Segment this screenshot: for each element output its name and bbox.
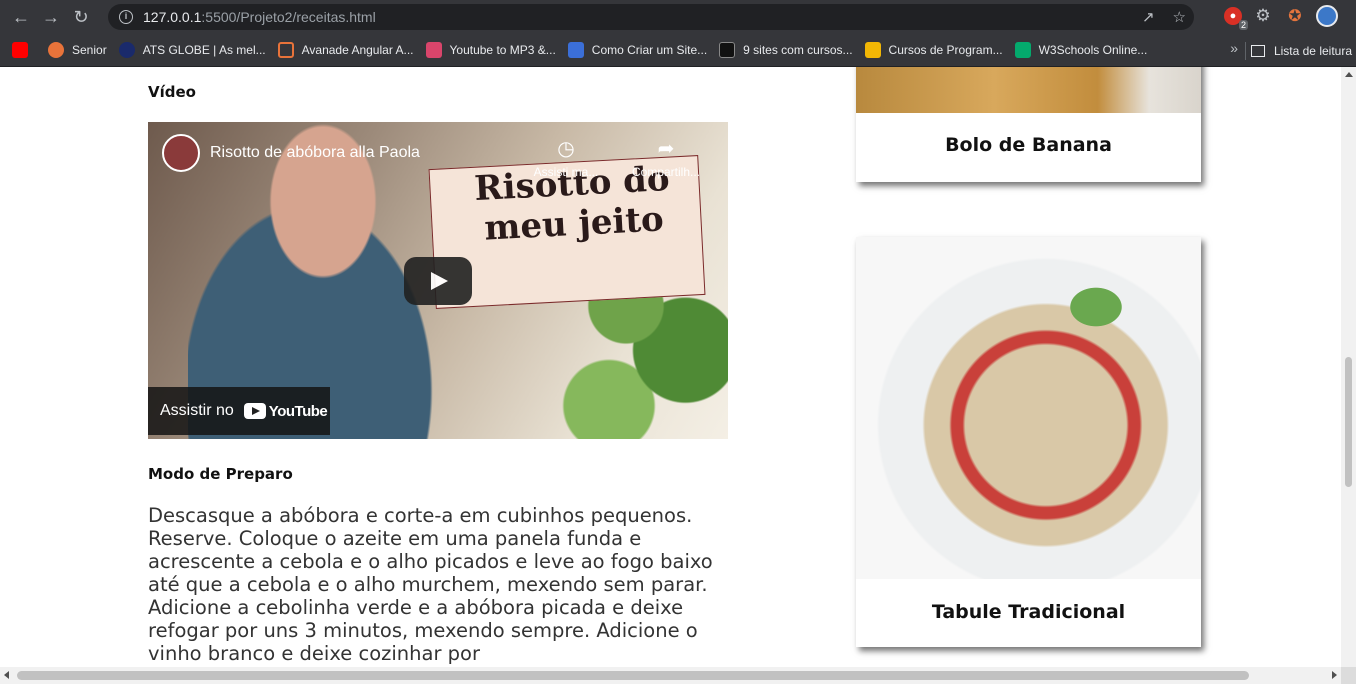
bookmark-label: 9 sites com cursos... xyxy=(743,43,853,57)
channel-avatar[interactable] xyxy=(162,134,200,172)
url-host: 127.0.0.1 xyxy=(143,9,202,25)
page-content: Vídeo Risotto do meu jeito Risotto de ab… xyxy=(0,67,1356,684)
mint-garnish xyxy=(1056,277,1136,337)
site-icon xyxy=(719,42,736,58)
youtube-embed[interactable]: Risotto do meu jeito Risotto de abóbora … xyxy=(148,122,728,439)
youtube-play-icon xyxy=(243,403,266,419)
address-bar[interactable]: i 127.0.0.1:5500/Projeto2/receitas.html … xyxy=(108,4,1194,30)
bookmark-label: Youtube to MP3 &... xyxy=(449,43,556,57)
video-title[interactable]: Risotto de abóbora alla Paola xyxy=(210,144,420,162)
url-text[interactable]: 127.0.0.1:5500/Projeto2/receitas.html xyxy=(143,9,376,25)
bookmark-w3schools[interactable]: W3Schools Online... xyxy=(1009,37,1154,63)
bookmark-ats-globe[interactable]: ATS GLOBE | As mel... xyxy=(113,37,272,63)
youtube-icon xyxy=(12,42,28,58)
bookmark-criar-site[interactable]: Como Criar um Site... xyxy=(562,37,713,63)
reload-icon[interactable]: ↻ xyxy=(66,2,96,32)
vertical-scroll-thumb[interactable] xyxy=(1345,357,1352,487)
horizontal-scroll-thumb[interactable] xyxy=(17,671,1249,680)
courses-icon xyxy=(864,42,881,58)
bookmark-senior[interactable]: Senior xyxy=(42,37,113,63)
globe-icon xyxy=(118,42,135,58)
scroll-up-arrow-icon[interactable] xyxy=(1345,72,1353,77)
bookmarks-divider xyxy=(1245,42,1246,60)
bookmark-label: ATS GLOBE | As mel... xyxy=(142,43,266,57)
avanade-icon xyxy=(277,42,294,58)
bookmark-9-sites[interactable]: 9 sites com cursos... xyxy=(713,37,858,63)
forward-arrow-icon[interactable]: → xyxy=(36,2,66,32)
share-arrow-icon: ➦ xyxy=(657,138,675,160)
prep-instructions: Descasque a abóbora e corte-a em cubinho… xyxy=(148,504,713,665)
watch-on-youtube-button[interactable]: Assistir no YouTube xyxy=(148,387,330,435)
share-label: Compartilh... xyxy=(631,165,701,179)
reading-list-button[interactable]: Lista de leitura xyxy=(1250,38,1352,64)
recipe-card[interactable]: Bolo de Banana xyxy=(856,67,1201,182)
bookmark-cursos-programacao[interactable]: Cursos de Program... xyxy=(859,37,1009,63)
site-info-icon[interactable]: i xyxy=(119,10,133,24)
reading-list-label: Lista de leitura xyxy=(1273,44,1352,58)
recipe-card[interactable]: Tabule Tradicional xyxy=(856,237,1201,647)
w3schools-icon xyxy=(1014,42,1031,58)
recipe-card-image[interactable] xyxy=(856,237,1201,579)
bookmark-avanade[interactable]: Avanade Angular A... xyxy=(272,37,420,63)
reading-list-icon xyxy=(1250,45,1265,57)
senior-icon xyxy=(48,42,64,58)
watch-later-button[interactable]: ◷ Assisti ma... xyxy=(526,136,606,179)
scroll-left-arrow-icon[interactable] xyxy=(4,671,9,679)
share-video-button[interactable]: ➦ Compartilh... xyxy=(626,136,706,179)
prep-section-title: Modo de Preparo xyxy=(148,465,293,483)
extension-red-icon[interactable]: ● 2 xyxy=(1224,7,1248,30)
play-button-icon[interactable] xyxy=(404,257,472,305)
bookmark-youtube-mp3[interactable]: Youtube to MP3 &... xyxy=(420,37,562,63)
horizontal-scrollbar[interactable] xyxy=(0,667,1356,684)
extensions-area: ● 2 ⚙ ✪ xyxy=(1224,5,1338,30)
scrollbar-corner xyxy=(1341,667,1356,684)
watch-on-label: Assistir no xyxy=(160,402,234,419)
bookmark-label: Senior xyxy=(72,43,107,57)
more-bookmarks-icon[interactable]: » xyxy=(1230,40,1238,56)
extensions-puzzle-icon[interactable]: ✪ xyxy=(1284,5,1306,27)
recipe-card-title[interactable]: Bolo de Banana xyxy=(856,134,1201,156)
bookmark-star-icon[interactable]: ☆ xyxy=(1173,8,1186,26)
video-section-title: Vídeo xyxy=(148,83,196,101)
bookmark-label: Como Criar um Site... xyxy=(591,43,708,57)
youtube-logo-icon: YouTube xyxy=(243,402,328,420)
gear-icon[interactable]: ⚙ xyxy=(1252,5,1274,27)
bookmark-youtube[interactable] xyxy=(0,37,42,63)
extension-badge: 2 xyxy=(1238,20,1248,30)
bookmark-label: Avanade Angular A... xyxy=(301,43,414,57)
bookmark-label: W3Schools Online... xyxy=(1038,43,1148,57)
url-path: :5500/Projeto2/receitas.html xyxy=(201,9,376,25)
bookmark-label: Cursos de Program... xyxy=(888,43,1003,57)
back-arrow-icon[interactable]: ← xyxy=(6,2,36,32)
omnibox-actions: ↗ ☆ xyxy=(1142,8,1186,26)
bookmarks-bar: Senior ATS GLOBE | As mel... Avanade Ang… xyxy=(0,34,1356,67)
ytmp3-icon xyxy=(425,42,442,58)
vertical-scrollbar[interactable] xyxy=(1341,67,1356,667)
profile-avatar[interactable] xyxy=(1316,5,1338,27)
recipe-card-title[interactable]: Tabule Tradicional xyxy=(856,601,1201,623)
browser-toolbar: ← → ↻ i 127.0.0.1:5500/Projeto2/receitas… xyxy=(0,0,1356,34)
scroll-right-arrow-icon[interactable] xyxy=(1332,671,1337,679)
youtube-logo-text: YouTube xyxy=(268,402,328,420)
watch-later-label: Assisti ma... xyxy=(533,165,599,179)
clock-icon: ◷ xyxy=(557,138,575,160)
share-icon[interactable]: ↗ xyxy=(1142,8,1155,26)
wordpress-icon xyxy=(567,42,584,58)
recipe-card-image[interactable] xyxy=(856,67,1201,113)
